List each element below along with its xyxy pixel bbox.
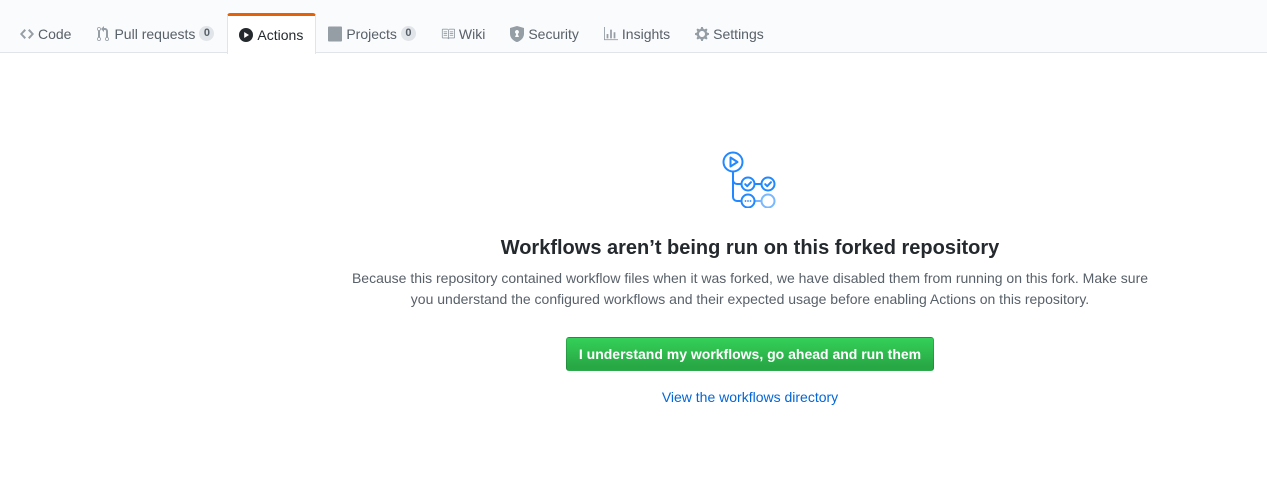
graph-icon <box>603 26 618 42</box>
tab-insights[interactable]: Insights <box>592 13 683 53</box>
blankslate-title: Workflows aren’t being run on this forke… <box>500 237 1000 259</box>
tab-label: Pull requests <box>114 25 196 42</box>
tab-pull-requests[interactable]: Pull requests 0 <box>84 13 227 53</box>
enable-workflows-button[interactable]: I understand my workflows, go ahead and … <box>565 337 935 371</box>
tab-label: Security <box>528 25 579 42</box>
pull-requests-counter: 0 <box>199 26 215 41</box>
play-icon <box>239 27 254 43</box>
tab-label: Actions <box>257 27 304 43</box>
tab-label: Wiki <box>458 25 486 42</box>
blankslate: Workflows aren’t being run on this forke… <box>340 150 1160 405</box>
tab-settings[interactable]: Settings <box>683 13 777 53</box>
gear-icon <box>695 26 710 42</box>
workflow-icon <box>721 150 779 213</box>
tab-security[interactable]: Security <box>498 13 592 53</box>
tab-code[interactable]: Code <box>8 13 84 53</box>
tab-label: Code <box>38 25 72 42</box>
workflow-illustration <box>340 150 1160 213</box>
view-workflows-directory-link[interactable]: View the workflows directory <box>340 389 1160 405</box>
book-icon <box>441 26 455 42</box>
tab-label: Settings <box>713 25 764 42</box>
projects-counter: 0 <box>400 26 416 41</box>
code-icon <box>20 26 34 42</box>
tab-label: Projects <box>346 25 397 42</box>
blankslate-description: Because this repository contained workfl… <box>351 270 1149 307</box>
shield-icon <box>510 25 525 42</box>
repo-nav: Code Pull requests 0 Actions Projects 0 <box>0 0 1267 54</box>
project-icon <box>328 26 343 42</box>
tab-projects[interactable]: Projects 0 <box>316 13 429 53</box>
tab-wiki[interactable]: Wiki <box>429 13 498 53</box>
repo-tabs: Code Pull requests 0 Actions Projects 0 <box>8 13 777 54</box>
git-pull-request-icon <box>96 25 110 42</box>
tab-label: Insights <box>621 25 671 42</box>
tab-actions[interactable]: Actions <box>227 13 317 54</box>
